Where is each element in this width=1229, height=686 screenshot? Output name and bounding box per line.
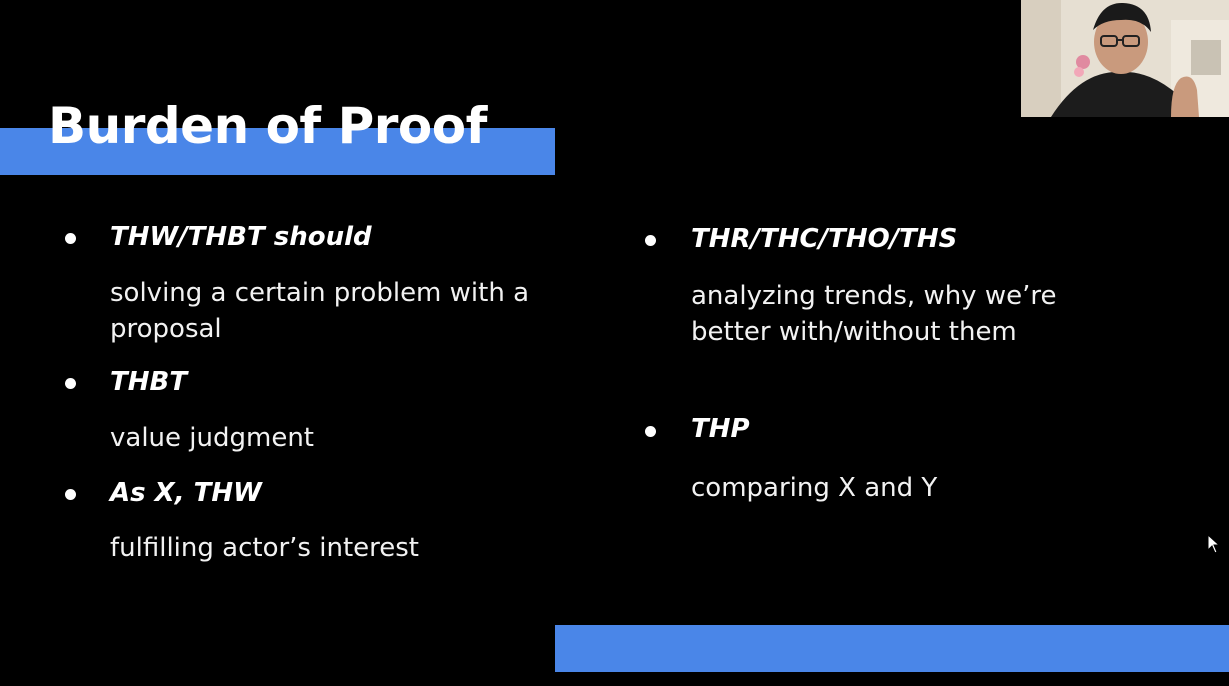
bullet-dot-icon: [65, 378, 76, 389]
list-item-heading: THW/THBT should: [110, 222, 372, 252]
list-item-heading: THR/THC/THO/THS: [691, 224, 958, 254]
webcam-video-feed[interactable]: [1021, 0, 1229, 117]
list-item-description: comparing X and Y: [691, 473, 938, 503]
list-item-heading: THBT: [110, 367, 188, 397]
mouse-pointer-icon: [1207, 534, 1221, 554]
list-item-description: value judgment: [110, 423, 314, 453]
presentation-slide: Burden of Proof THW/THBT should solving …: [0, 0, 1229, 686]
bullet-dot-icon: [65, 489, 76, 500]
list-item-description: fulfilling actor’s interest: [110, 533, 419, 563]
presenter-video-frame: [1021, 0, 1229, 117]
list-item-description: solving a certain problem with a proposa…: [110, 278, 530, 344]
bottom-accent-bar: [555, 625, 1229, 672]
list-item-heading: THP: [691, 414, 750, 444]
list-item-description: analyzing trends, why we’re better with/…: [691, 281, 1057, 347]
slide-title: Burden of Proof: [48, 97, 487, 155]
bullet-dot-icon: [645, 235, 656, 246]
list-item-heading: As X, THW: [110, 478, 262, 508]
bullet-dot-icon: [645, 426, 656, 437]
bullet-dot-icon: [65, 233, 76, 244]
